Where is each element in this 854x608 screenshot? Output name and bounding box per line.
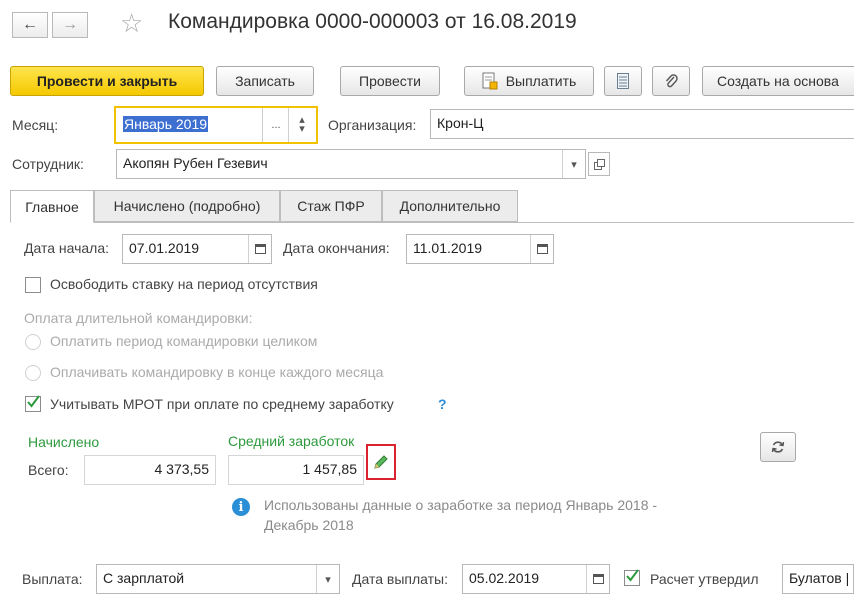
payout-value: С зарплатой [103,570,185,586]
pay-monthly-label: Оплачивать командировку в конце каждого … [50,364,384,380]
employee-field[interactable]: Акопян Рубен Гезевич ▾ [116,149,586,179]
checkmark-icon [27,395,40,408]
employee-label: Сотрудник: [12,156,84,172]
approved-checkbox[interactable] [624,569,640,586]
end-date-field[interactable]: 11.01.2019 [406,234,554,264]
tab-pfr-seniority[interactable]: Стаж ПФР [280,190,382,222]
start-date-field[interactable]: 07.01.2019 [122,234,272,264]
pay-date-field[interactable]: 05.02.2019 [462,564,610,594]
total-field: 4 373,55 [84,455,216,485]
mrot-help-icon[interactable]: ? [438,396,447,412]
payout-dropdown-button[interactable]: ▾ [316,565,339,593]
tab-main[interactable]: Главное [10,190,94,223]
month-label: Месяц: [12,117,59,133]
release-rate-checkbox[interactable] [25,277,41,293]
refresh-icon [771,441,785,453]
attach-button[interactable] [652,66,690,96]
pencil-icon [374,455,388,469]
employee-open-button[interactable] [588,152,610,176]
month-value: Январь 2019 [123,116,209,132]
pay-date-label: Дата выплаты: [352,571,448,587]
paperclip-icon [665,74,678,88]
average-earnings-field: 1 457,85 [228,455,364,485]
pay-date-calendar-button[interactable] [586,565,609,593]
month-stepper[interactable]: ▴ ▾ [288,108,315,142]
checkmark-icon [626,569,639,582]
organization-label: Организация: [328,117,417,133]
long-trip-label: Оплата длительной командировки: [24,310,253,326]
end-date-label: Дата окончания: [283,240,390,256]
tab-additional[interactable]: Дополнительно [382,190,518,222]
payout-field[interactable]: С зарплатой ▾ [96,564,340,594]
payout-label: Выплата: [22,571,83,587]
pay-monthly-radio[interactable] [25,365,41,381]
list-button[interactable] [604,66,642,96]
calendar-icon [592,574,604,584]
edit-average-button[interactable] [366,444,396,480]
release-rate-label: Освободить ставку на период отсутствия [50,276,318,292]
approved-label: Расчет утвердил [650,571,759,587]
calendar-icon [254,244,266,254]
arrow-right-icon: → [62,16,78,33]
average-earnings-heading: Средний заработок [228,433,355,449]
pay-whole-label: Оплатить период командировки целиком [50,333,318,349]
chevron-down-icon: ▾ [325,573,331,586]
chevron-down-icon: ▾ [571,158,577,171]
document-pay-icon [482,72,498,90]
list-icon [617,73,629,89]
create-based-on-button[interactable]: Создать на основа [702,66,854,96]
mrot-label: Учитывать МРОТ при оплате по среднему за… [50,396,394,412]
pay-date-value: 05.02.2019 [469,570,540,586]
page-title: Командировка 0000-000003 от 16.08.2019 [168,10,577,33]
accrued-heading: Начислено [28,434,100,450]
info-icon: i [232,498,250,516]
info-text-line-1: Использованы данные о заработке за перио… [264,497,658,513]
start-date-calendar-button[interactable] [248,235,271,263]
mrot-checkbox[interactable] [25,395,41,412]
start-date-value: 07.01.2019 [129,240,200,256]
month-field[interactable]: Январь 2019 ... ▴ ▾ [114,106,318,144]
calendar-icon [536,244,548,254]
open-icon [593,158,605,170]
post-button[interactable]: Провести [340,66,440,96]
pay-button-label: Выплатить [505,73,577,89]
favorite-star-icon[interactable]: ☆ [120,8,143,39]
organization-field[interactable]: Крон-Ц [430,109,854,139]
employee-value: Акопян Рубен Гезевич [123,155,268,171]
tab-accrued-detailed[interactable]: Начислено (подробно) [94,190,280,222]
start-date-label: Дата начала: [24,240,110,256]
info-text-line-2: Декабрь 2018 [264,517,354,533]
arrow-left-icon: ← [22,16,38,33]
refresh-button[interactable] [760,432,796,462]
back-button[interactable]: ← [12,12,48,38]
save-button[interactable]: Записать [216,66,314,96]
employee-dropdown-button[interactable]: ▾ [562,150,585,178]
total-label: Всего: [28,462,69,478]
pay-button[interactable]: Выплатить [464,66,594,96]
pay-whole-radio[interactable] [25,334,41,350]
approved-by-field[interactable]: Булатов | [782,564,854,594]
forward-button[interactable]: → [52,12,88,38]
stepper-down-icon: ▾ [299,123,305,135]
end-date-value: 11.01.2019 [413,240,483,256]
end-date-calendar-button[interactable] [530,235,553,263]
month-select-button[interactable]: ... [262,108,289,142]
post-and-close-button[interactable]: Провести и закрыть [10,66,204,96]
tab-strip-divider [10,222,854,223]
